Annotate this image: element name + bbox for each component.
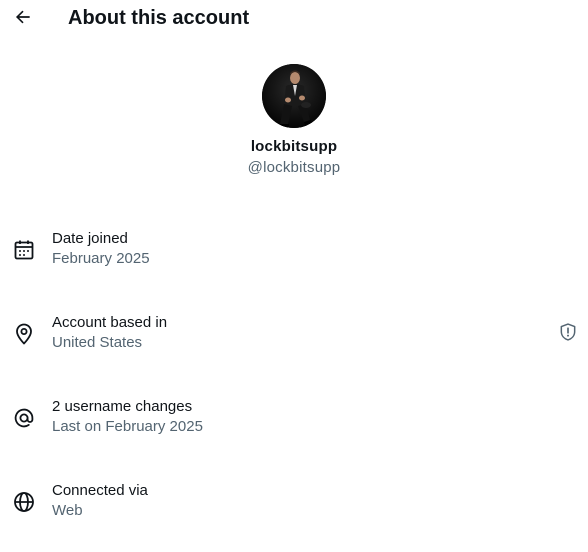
display-name: lockbitsupp <box>250 138 338 155</box>
location-pin-icon <box>16 323 32 345</box>
connected-via-value: Web <box>52 502 83 519</box>
calendar-icon <box>14 240 34 260</box>
date-joined-label: Date joined <box>52 230 128 247</box>
username-changes-value: Last on February 2025 <box>52 418 203 435</box>
account-location-value: United States <box>52 334 143 351</box>
account-location-row: Account based in United States <box>0 314 588 358</box>
page-title: About this account <box>68 7 250 29</box>
username-handle: @lockbitsupp <box>247 159 341 176</box>
globe-icon <box>14 492 34 512</box>
back-button[interactable] <box>10 4 36 30</box>
date-joined-value: February 2025 <box>52 250 150 267</box>
profile-summary: lockbitsupp @lockbitsupp <box>0 64 588 177</box>
username-changes-row: 2 username changes Last on February 2025 <box>0 398 588 442</box>
arrow-left-icon <box>15 10 30 24</box>
avatar[interactable] <box>262 64 326 128</box>
at-sign-icon <box>14 408 34 428</box>
account-location-label: Account based in <box>52 314 168 331</box>
avatar-photo <box>262 64 326 128</box>
username-changes-label: 2 username changes <box>52 398 193 415</box>
connected-via-label: Connected via <box>52 482 148 499</box>
shield-alert-icon[interactable] <box>558 322 578 342</box>
connected-via-row: Connected via Web <box>0 482 588 526</box>
date-joined-row: Date joined February 2025 <box>0 230 588 274</box>
page-header: About this account <box>0 0 588 36</box>
